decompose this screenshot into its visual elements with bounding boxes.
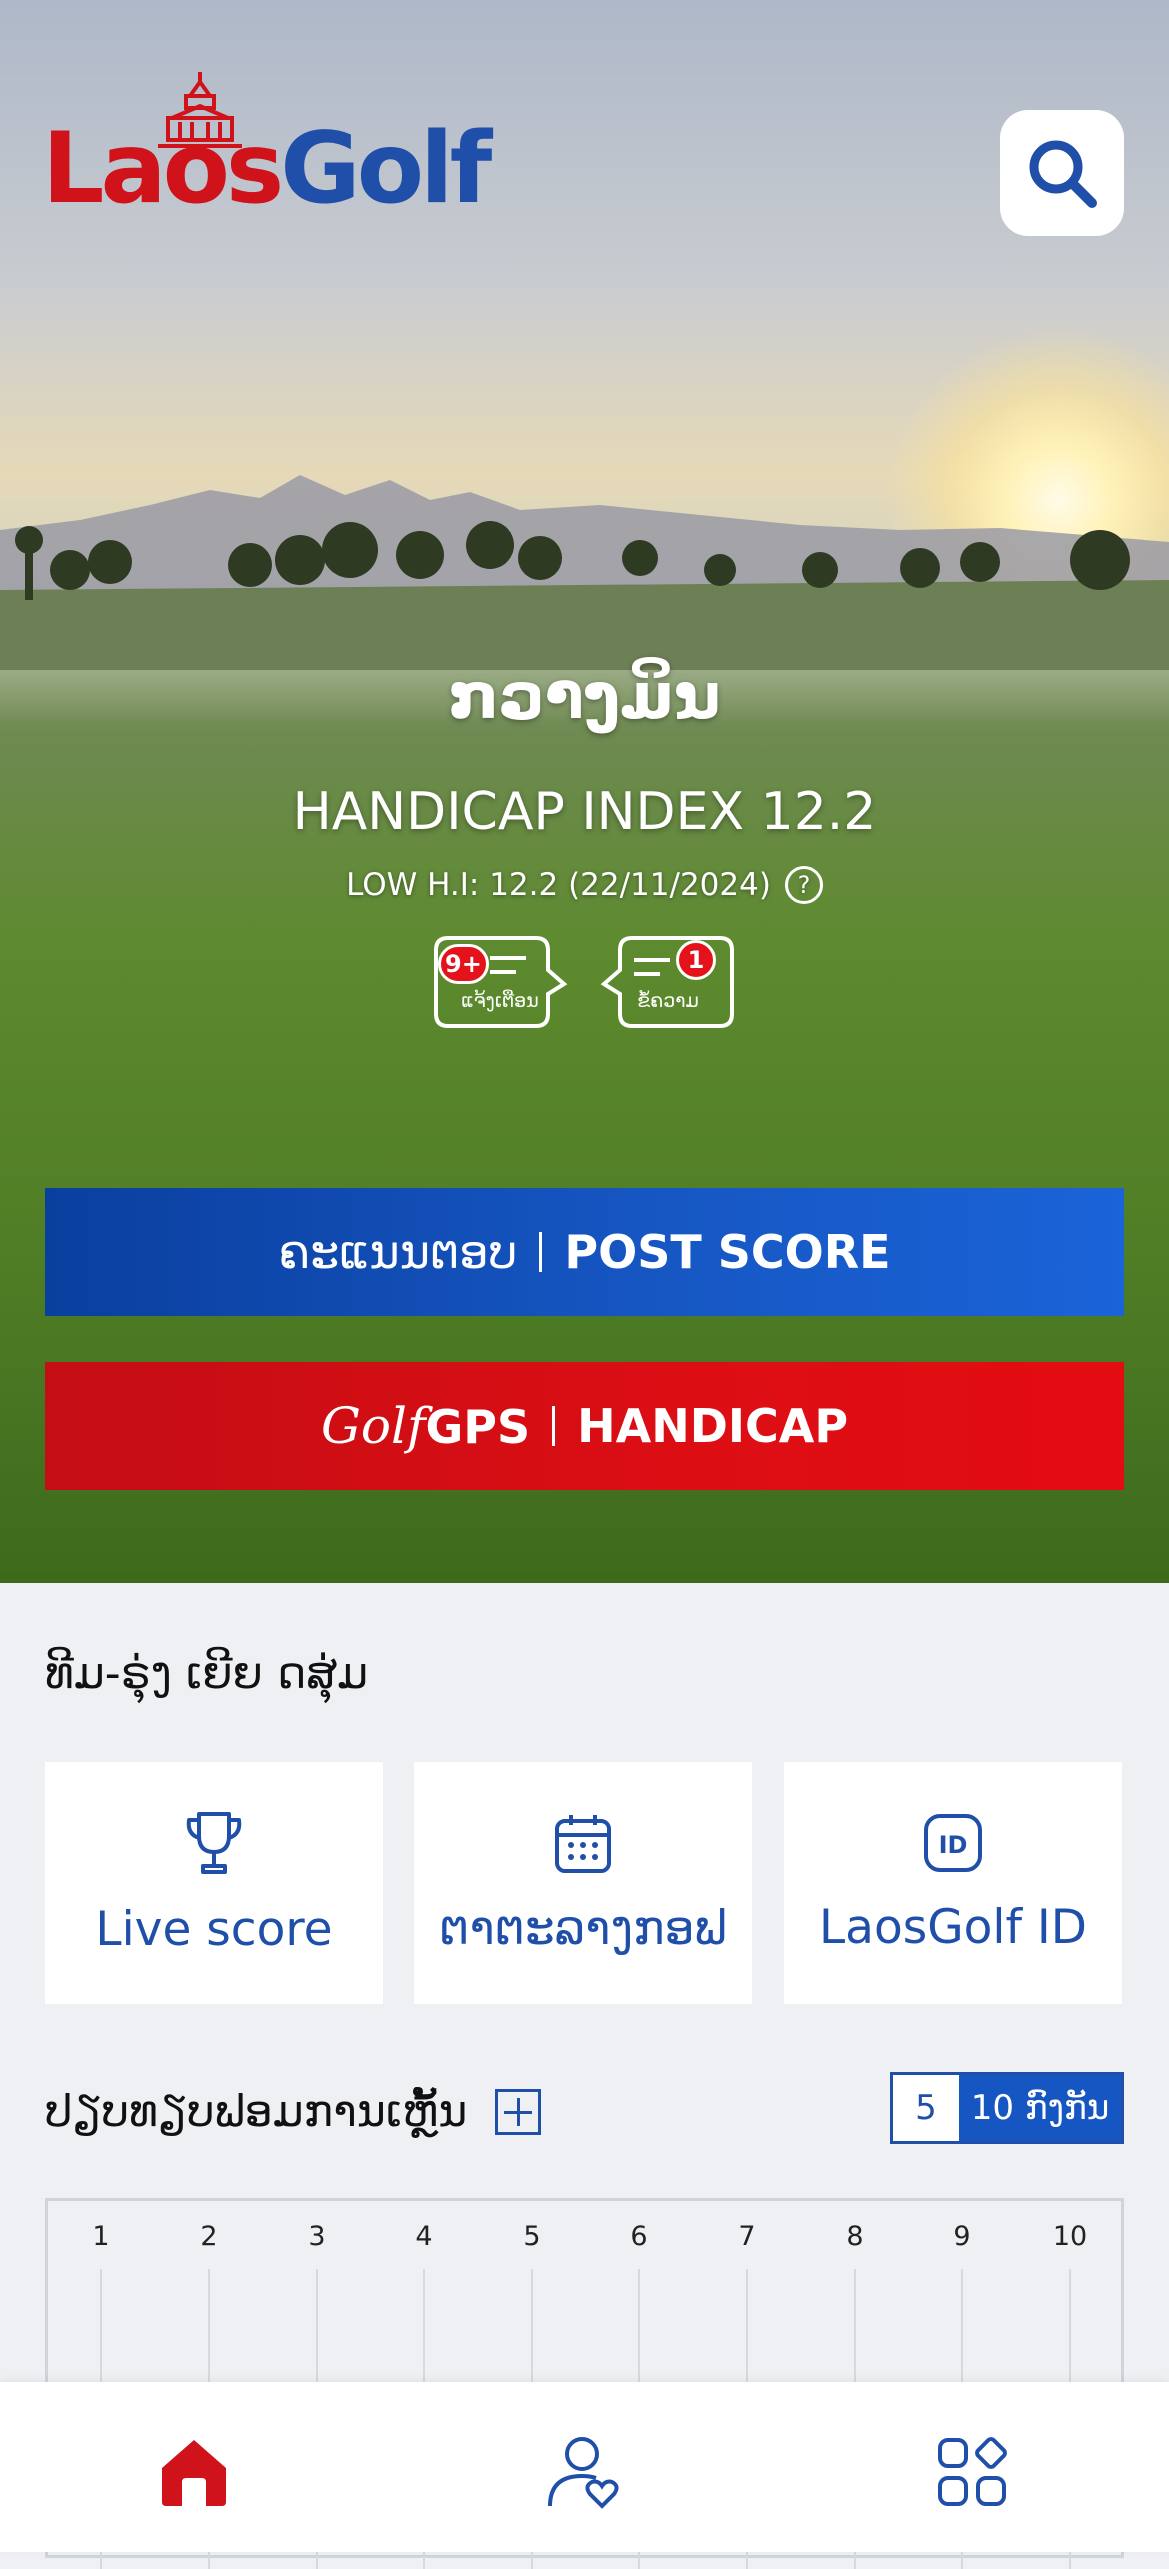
search-icon <box>1029 140 1097 208</box>
notifications-button[interactable]: 9+ ແຈ້ງເຕືອນ <box>432 934 568 1030</box>
column-label: 4 <box>415 2221 433 2252</box>
gps-label: GPS <box>425 1400 531 1454</box>
column-label: 7 <box>738 2221 756 2252</box>
golf-script-label: Golf <box>320 1397 426 1455</box>
post-score-label: POST SCORE <box>564 1225 891 1279</box>
svg-text:ID: ID <box>939 1831 968 1859</box>
column-label: 6 <box>630 2221 648 2252</box>
laosgolf-id-label: LaosGolf ID <box>818 1899 1087 1955</box>
column-label: 1 <box>92 2221 110 2252</box>
low-handicap-text: LOW H.I: 12.2 (22/11/2024) <box>346 867 771 903</box>
notifications-label: ແຈ້ງເຕືອນ <box>461 990 539 1012</box>
column-label: 2 <box>200 2221 218 2252</box>
calendar-icon <box>555 1814 611 1873</box>
column-label: 5 <box>523 2221 541 2252</box>
trophy-icon <box>186 1811 242 1874</box>
player-name: ກວາງມິນ <box>448 660 721 734</box>
search-button[interactable] <box>1000 110 1124 236</box>
help-icon[interactable]: ? <box>784 866 823 904</box>
bottom-navigation <box>0 2382 1169 2552</box>
low-handicap-row: LOW H.I: 12.2 (22/11/2024) ? <box>0 866 1169 904</box>
messages-badge: 1 <box>676 940 716 980</box>
apps-grid-icon[interactable] <box>934 2432 1014 2512</box>
column-label: 8 <box>846 2221 864 2252</box>
post-score-button[interactable]: ຄະແນນຕອບ POST SCORE <box>45 1188 1124 1316</box>
rounds-toggle: 5 10 ກົງກັນ <box>890 2072 1124 2144</box>
handicap-label: HANDICAP <box>577 1399 849 1453</box>
divider <box>552 1406 556 1446</box>
post-score-lao-label: ຄະແນນຕອບ <box>278 1225 518 1279</box>
id-icon: ID <box>924 1813 982 1872</box>
performance-title: ປຽບທຽບຟອມການເຫຼັ້ນ <box>45 2086 468 2137</box>
message-bubble-icon <box>600 936 734 1028</box>
toggle-5-rounds[interactable]: 5 <box>893 2075 959 2141</box>
column-label: 3 <box>308 2221 326 2252</box>
toggle-10-rounds[interactable]: 10 ກົງກັນ <box>959 2075 1121 2141</box>
messages-button[interactable]: 1 ຂໍ້ຄວາມ <box>600 934 736 1030</box>
messages-label: ຂໍ້ຄວາມ <box>637 990 699 1012</box>
golf-schedule-card[interactable]: ຕາຕະລາງກອຟ <box>414 1762 752 2004</box>
live-score-card[interactable]: Live score <box>45 1762 383 2004</box>
add-compare-icon[interactable] <box>495 2088 542 2135</box>
mountain-silhouette <box>0 475 1169 670</box>
laosgolf-logo: LaosGolf <box>42 70 492 220</box>
divider <box>539 1232 543 1272</box>
notifications-badge: 9+ <box>438 944 489 984</box>
live-score-label: Live score <box>95 1901 333 1957</box>
column-label: 9 <box>953 2221 971 2252</box>
performance-section-header: ປຽບທຽບຟອມການເຫຼັ້ນ <box>45 2086 542 2137</box>
gps-label-group: GolfGPS <box>321 1397 530 1455</box>
golf-schedule-label: ຕາຕະລາງກອຟ <box>439 1900 727 1956</box>
laosgolf-id-card[interactable]: ID LaosGolf ID <box>784 1762 1122 2004</box>
team-title: ທີມ-ຣຸ່ງ ເຍີຍ ດສຸ່ມ <box>45 1648 369 1699</box>
hero-banner: LaosGolf ກວາງມິນ HANDICAP INDEX 12.2 LOW… <box>0 0 1169 1583</box>
logo-wordmark: LaosGolf <box>42 112 492 226</box>
handicap-index: HANDICAP INDEX 12.2 <box>292 782 877 842</box>
home-icon[interactable] <box>154 2432 234 2512</box>
profile-heart-icon[interactable] <box>544 2432 624 2512</box>
gps-handicap-button[interactable]: GolfGPS HANDICAP <box>45 1362 1124 1490</box>
column-label: 10 <box>1052 2221 1088 2252</box>
